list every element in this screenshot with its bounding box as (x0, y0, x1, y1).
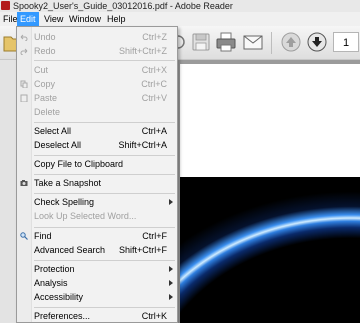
menu-item-paste[interactable]: Paste Ctrl+V (17, 91, 177, 105)
save-icon[interactable] (189, 30, 213, 54)
print-icon[interactable] (214, 30, 238, 54)
menu-separator (34, 174, 175, 175)
menu-item-accessibility[interactable]: Accessibility (17, 290, 177, 304)
window-title: Spooky2_User's_Guide_03012016.pdf - Adob… (13, 1, 233, 11)
redo-icon (20, 48, 28, 55)
menu-item-undo[interactable]: Undo Ctrl+Z (17, 30, 177, 44)
menu-item-look-up-word[interactable]: Look Up Selected Word... (17, 209, 177, 223)
menu-file[interactable]: File (3, 12, 18, 26)
menu-item-analysis[interactable]: Analysis (17, 276, 177, 290)
menu-item-check-spelling[interactable]: Check Spelling (17, 195, 177, 209)
menu-separator (34, 260, 175, 261)
adobe-reader-icon (1, 1, 10, 10)
undo-icon (20, 34, 28, 41)
toolbar-separator (271, 32, 272, 54)
email-icon[interactable] (241, 30, 265, 54)
camera-icon (20, 180, 28, 186)
next-page-icon[interactable] (305, 30, 329, 54)
menu-separator (34, 122, 175, 123)
menu-view[interactable]: View (44, 12, 63, 26)
page-number-field[interactable]: 1 (333, 32, 359, 52)
edit-menu-dropdown: Undo Ctrl+Z Redo Shift+Ctrl+Z Cut Ctrl+X… (16, 26, 178, 323)
menu-item-copy[interactable]: Copy Ctrl+C (17, 77, 177, 91)
menu-separator (34, 193, 175, 194)
copy-icon (20, 80, 28, 88)
tool-icon[interactable] (178, 30, 186, 54)
menu-item-deselect-all[interactable]: Deselect All Shift+Ctrl+A (17, 138, 177, 152)
menu-help[interactable]: Help (107, 12, 126, 26)
menu-separator (34, 307, 175, 308)
menu-item-advanced-search[interactable]: Advanced Search Shift+Ctrl+F (17, 243, 177, 257)
menu-item-take-snapshot[interactable]: Take a Snapshot (17, 176, 177, 190)
earth-horizon-image (180, 177, 360, 323)
previous-page-icon[interactable] (279, 30, 303, 54)
menu-item-delete[interactable]: Delete (17, 105, 177, 119)
menu-item-redo[interactable]: Redo Shift+Ctrl+Z (17, 44, 177, 58)
paste-icon (20, 94, 28, 102)
submenu-arrow-icon (169, 199, 173, 205)
menu-separator (34, 155, 175, 156)
menu-bar: File Edit View Window Help (0, 12, 360, 26)
submenu-arrow-icon (169, 294, 173, 300)
search-icon (20, 232, 28, 240)
menu-item-find[interactable]: Find Ctrl+F (17, 229, 177, 243)
submenu-arrow-icon (169, 280, 173, 286)
menu-edit[interactable]: Edit (17, 12, 39, 26)
submenu-arrow-icon (169, 266, 173, 272)
menu-item-select-all[interactable]: Select All Ctrl+A (17, 124, 177, 138)
menu-window[interactable]: Window (69, 12, 101, 26)
menu-separator (34, 60, 175, 61)
menu-item-copy-file-to-clipboard[interactable]: Copy File to Clipboard (17, 157, 177, 171)
menu-separator (34, 227, 175, 228)
menu-item-preferences[interactable]: Preferences... Ctrl+K (17, 309, 177, 323)
menu-item-cut[interactable]: Cut Ctrl+X (17, 63, 177, 77)
menu-item-protection[interactable]: Protection (17, 262, 177, 276)
